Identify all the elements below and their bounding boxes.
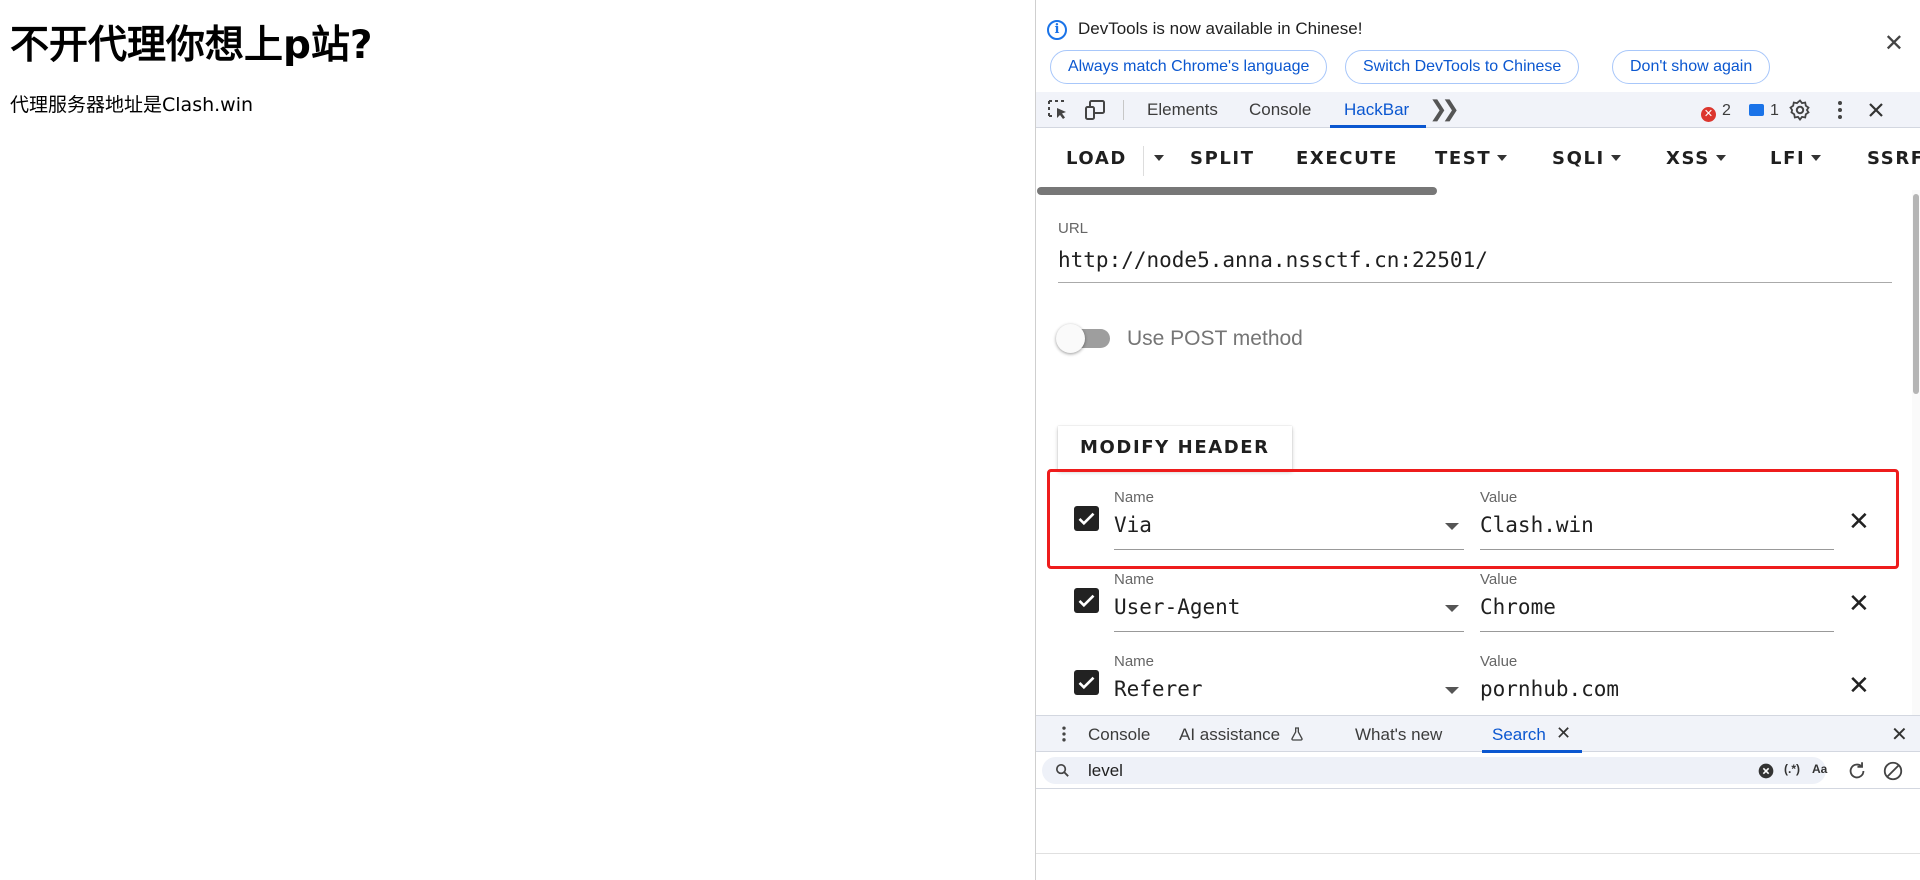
drawer-tab-console[interactable]: Console xyxy=(1088,725,1150,745)
search-input[interactable] xyxy=(1088,760,1688,782)
message-count-badge[interactable]: 1 xyxy=(1749,102,1779,120)
language-infobar: i DevTools is now available in Chinese! … xyxy=(1036,0,1920,92)
toolbar-divider xyxy=(1123,100,1124,120)
xss-label: XSS xyxy=(1666,148,1710,169)
error-count-badge[interactable]: ✕ 2 xyxy=(1701,102,1731,122)
header-name-label: Name xyxy=(1114,571,1155,588)
info-icon: i xyxy=(1047,20,1067,40)
url-input[interactable]: http://node5.anna.nssctf.cn:22501/ xyxy=(1058,248,1488,272)
chevron-down-icon xyxy=(1715,155,1726,161)
screen: 不开代理你想上p站? 代理服务器地址是Clash.win i DevTools … xyxy=(0,0,1920,880)
sqli-menu-button[interactable]: SQLI xyxy=(1552,148,1621,169)
chevron-down-icon xyxy=(1497,155,1508,161)
post-method-label: Use POST method xyxy=(1127,327,1303,350)
header-row: Name Referer Value pornhub.com ✕ xyxy=(1036,642,1920,715)
message-icon xyxy=(1749,104,1764,116)
devtools-panel: i DevTools is now available in Chinese! … xyxy=(1035,0,1920,880)
search-toolbar: (.*) Aa xyxy=(1036,752,1920,789)
check-icon xyxy=(1078,594,1095,608)
chevrons-right-icon[interactable]: ❯❯ xyxy=(1429,96,1460,122)
hackbar-toolbar: LOAD SPLIT EXECUTE TEST SQLI XSS LFI SSR… xyxy=(1036,128,1920,190)
value-underline xyxy=(1480,631,1834,632)
device-toolbar-icon[interactable] xyxy=(1084,98,1108,122)
check-icon xyxy=(1078,676,1095,690)
ssrf-menu-button[interactable]: SSRF xyxy=(1867,148,1920,169)
drawer-tab-ai-assistance[interactable]: AI assistance xyxy=(1179,725,1305,745)
split-button[interactable]: SPLIT xyxy=(1190,148,1255,169)
inspect-element-icon[interactable] xyxy=(1046,98,1070,122)
load-divider xyxy=(1143,146,1144,176)
load-dropdown-icon[interactable] xyxy=(1148,148,1164,169)
header-enabled-checkbox[interactable] xyxy=(1074,588,1099,613)
header-name-input[interactable]: Referer xyxy=(1114,677,1203,701)
web-page: 不开代理你想上p站? 代理服务器地址是Clash.win xyxy=(0,0,1035,880)
header-value-input[interactable]: pornhub.com xyxy=(1480,677,1619,701)
execute-button[interactable]: EXECUTE xyxy=(1296,148,1398,169)
clear-search-icon xyxy=(1758,763,1774,779)
chevron-down-icon xyxy=(1811,155,1822,161)
lfi-menu-button[interactable]: LFI xyxy=(1770,148,1822,169)
url-underline xyxy=(1058,282,1892,283)
name-underline xyxy=(1114,631,1464,632)
match-case-toggle[interactable]: Aa xyxy=(1812,762,1827,776)
post-toggle-knob[interactable] xyxy=(1056,324,1085,353)
chevron-down-icon[interactable] xyxy=(1445,687,1459,694)
chevron-down-icon[interactable] xyxy=(1445,605,1459,612)
test-label: TEST xyxy=(1435,148,1492,169)
message-count: 1 xyxy=(1770,102,1779,119)
close-devtools-icon[interactable] xyxy=(1864,98,1888,127)
remove-header-icon[interactable]: ✕ xyxy=(1848,590,1870,616)
dont-show-again-button[interactable]: Don't show again xyxy=(1612,50,1771,84)
error-icon: ✕ xyxy=(1701,107,1716,122)
drawer-tab-whats-new[interactable]: What's new xyxy=(1355,725,1442,745)
always-match-language-button[interactable]: Always match Chrome's language xyxy=(1050,50,1328,84)
close-tab-icon[interactable]: ✕ xyxy=(1556,723,1571,744)
kebab-menu-icon[interactable] xyxy=(1054,724,1074,749)
tab-console[interactable]: Console xyxy=(1249,100,1311,120)
highlight-box xyxy=(1047,469,1899,569)
lfi-label: LFI xyxy=(1770,148,1806,169)
remove-header-icon[interactable]: ✕ xyxy=(1848,672,1870,698)
header-value-label: Value xyxy=(1480,653,1518,670)
drawer-tab-search[interactable]: Search xyxy=(1492,725,1546,745)
modify-header-button[interactable]: MODIFY HEADER xyxy=(1058,426,1292,470)
page-heading: 不开代理你想上p站? xyxy=(10,23,373,68)
header-enabled-checkbox[interactable] xyxy=(1074,670,1099,695)
horizontal-scrollbar[interactable] xyxy=(1037,187,1437,195)
drawer-tabbar: Console AI assistance What's new Search … xyxy=(1036,715,1920,753)
header-row: Name User-Agent Value Chrome ✕ xyxy=(1036,560,1920,642)
kebab-menu-icon[interactable] xyxy=(1828,98,1852,127)
ai-assistance-label: AI assistance xyxy=(1179,725,1281,744)
infobar-message: DevTools is now available in Chinese! xyxy=(1078,19,1363,38)
test-menu-button[interactable]: TEST xyxy=(1435,148,1508,169)
sqli-label: SQLI xyxy=(1552,148,1605,169)
settings-icon[interactable] xyxy=(1788,98,1812,127)
flask-icon xyxy=(1291,727,1303,741)
close-drawer-icon[interactable]: ✕ xyxy=(1891,722,1908,747)
regex-toggle[interactable]: (.*) xyxy=(1784,762,1800,776)
xss-menu-button[interactable]: XSS xyxy=(1666,148,1726,169)
tab-elements[interactable]: Elements xyxy=(1147,100,1218,120)
load-button[interactable]: LOAD xyxy=(1066,148,1127,169)
error-count: 2 xyxy=(1722,102,1731,119)
header-name-label: Name xyxy=(1114,653,1155,670)
search-icon xyxy=(1055,763,1069,777)
header-value-input[interactable]: Chrome xyxy=(1480,595,1556,619)
devtools-drawer: Console AI assistance What's new Search … xyxy=(1036,715,1920,880)
page-text: 代理服务器地址是Clash.win xyxy=(10,94,254,116)
vertical-scrollbar-thumb[interactable] xyxy=(1913,194,1919,394)
drawer-divider xyxy=(1036,853,1920,854)
switch-to-chinese-button[interactable]: Switch DevTools to Chinese xyxy=(1345,50,1580,84)
tab-hackbar[interactable]: HackBar xyxy=(1344,100,1409,120)
header-name-input[interactable]: User-Agent xyxy=(1114,595,1240,619)
header-value-label: Value xyxy=(1480,571,1518,588)
chevron-down-icon xyxy=(1610,155,1621,161)
devtools-tabbar: Elements Console HackBar ❯❯ ✕ 2 1 xyxy=(1036,92,1920,128)
search-box: (.*) Aa xyxy=(1042,757,1827,784)
refresh-icon xyxy=(1849,762,1865,779)
clear-results-icon xyxy=(1883,761,1903,781)
url-label: URL xyxy=(1058,220,1089,237)
close-icon[interactable]: ✕ xyxy=(1884,32,1904,56)
